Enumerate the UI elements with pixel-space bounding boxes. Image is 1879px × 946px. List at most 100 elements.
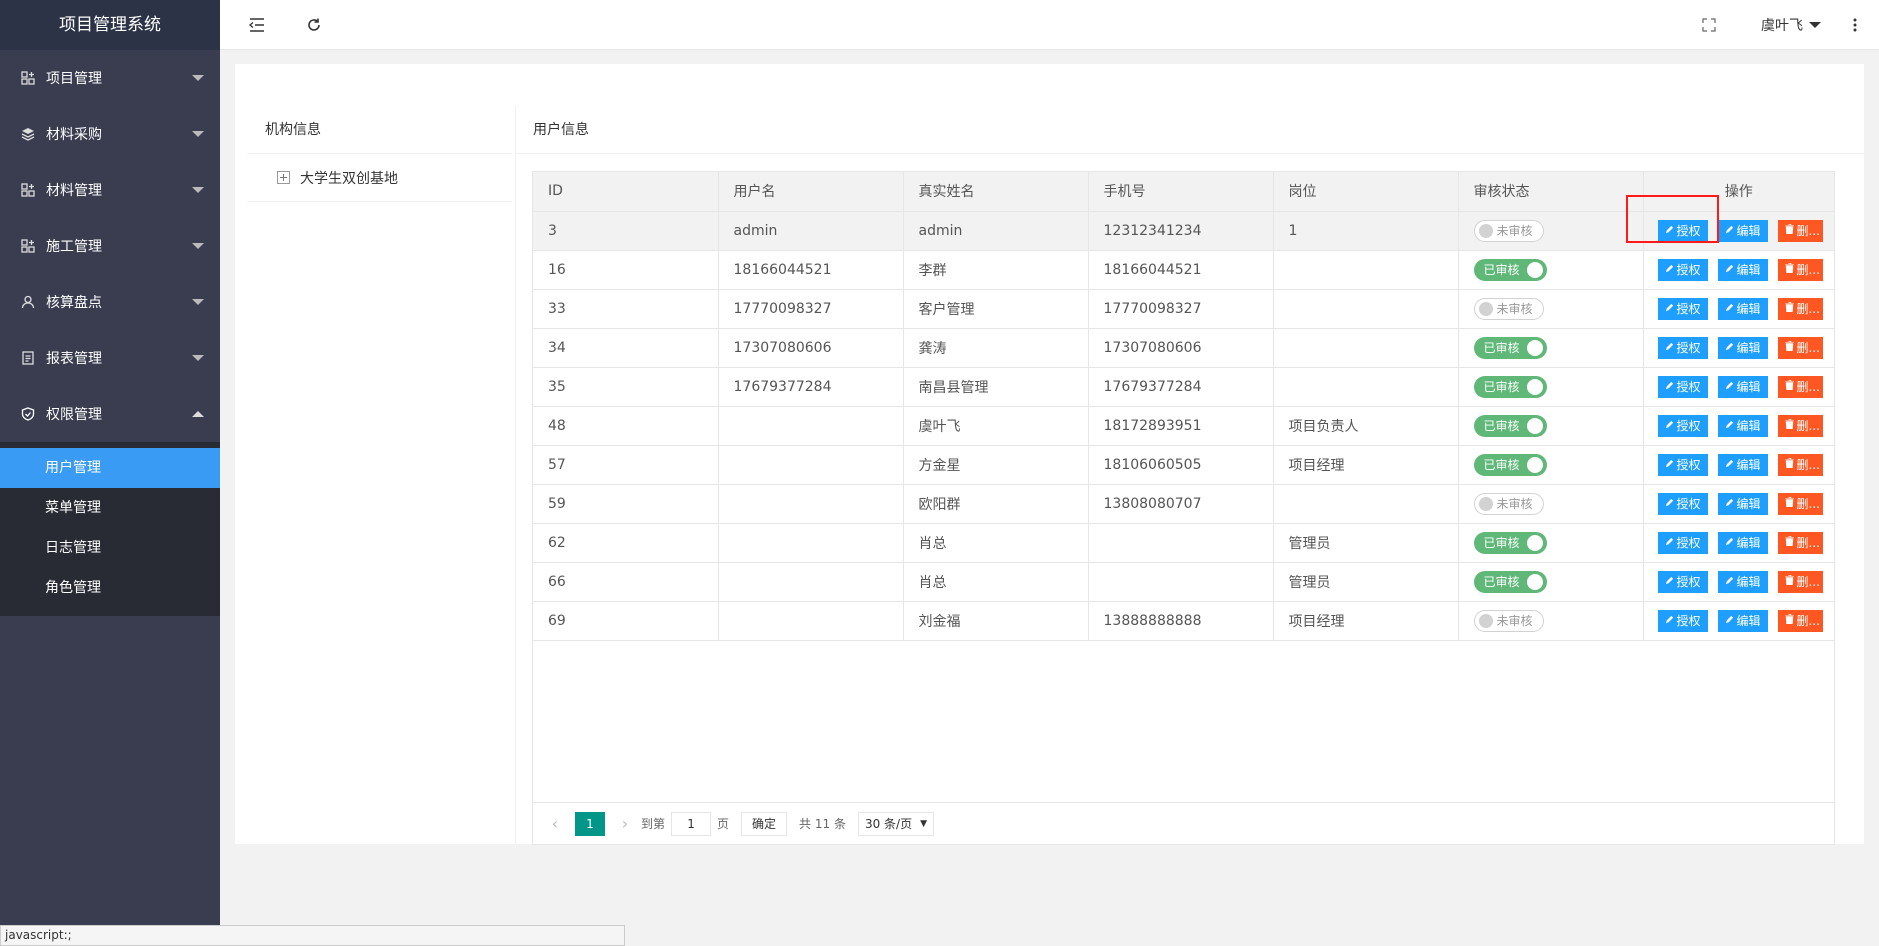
delete-button[interactable]: 删... — [1777, 609, 1823, 632]
authorize-button[interactable]: 授权 — [1657, 375, 1708, 398]
tree-node-root[interactable]: 大学生双创基地 — [247, 154, 512, 202]
status-toggle[interactable]: 已审核 — [1473, 570, 1547, 593]
delete-button[interactable]: 删... — [1777, 531, 1823, 554]
delete-button[interactable]: 删... — [1777, 297, 1823, 320]
edit-button[interactable]: 编辑 — [1717, 453, 1768, 476]
user-name: 虞叶飞 — [1761, 18, 1803, 34]
status-toggle[interactable]: 已审核 — [1473, 336, 1547, 359]
sidebar-item-label: 材料采购 — [46, 127, 102, 143]
page-size-select[interactable]: 30 条/页 ▼ — [857, 811, 935, 836]
column-header-post[interactable]: 岗位 — [1273, 172, 1459, 212]
status-label: 已审核 — [1483, 575, 1520, 589]
cell-actions: 授权 编辑 删... — [1643, 601, 1834, 641]
status-toggle[interactable]: 未审核 — [1473, 492, 1544, 515]
edit-button[interactable]: 编辑 — [1717, 609, 1768, 632]
table-row[interactable]: 66 肖总 管理员 已审核 授权 编辑 删... — [533, 562, 1834, 602]
table-row[interactable]: 59 欧阳群 13808080707 未审核 授权 编辑 删... — [533, 484, 1834, 524]
sidebar-item-permission[interactable]: 权限管理 — [0, 386, 220, 442]
status-toggle[interactable]: 已审核 — [1473, 258, 1547, 281]
current-page[interactable]: 1 — [575, 811, 605, 836]
prev-page-icon[interactable]: ‹ — [545, 814, 565, 833]
sidebar-item-project[interactable]: 项目管理 — [0, 50, 220, 106]
collapse-menu-icon[interactable] — [247, 15, 267, 35]
edit-button[interactable]: 编辑 — [1717, 375, 1768, 398]
edit-button[interactable]: 编辑 — [1717, 219, 1768, 242]
sidebar-item-purchase[interactable]: 材料采购 — [0, 106, 220, 162]
column-header-status[interactable]: 审核状态 — [1458, 172, 1644, 212]
pencil-icon — [1725, 380, 1734, 393]
table-row[interactable]: 33 17770098327 客户管理 17770098327 未审核 授权 编辑 删... — [533, 289, 1834, 329]
authorize-button[interactable]: 授权 — [1657, 414, 1708, 437]
edit-button[interactable]: 编辑 — [1717, 570, 1768, 593]
more-vertical-icon[interactable] — [1845, 15, 1865, 35]
authorize-button[interactable]: 授权 — [1657, 297, 1708, 320]
edit-button[interactable]: 编辑 — [1717, 531, 1768, 554]
edit-button[interactable]: 编辑 — [1717, 492, 1768, 515]
sidebar-item-accounting[interactable]: 核算盘点 — [0, 274, 220, 330]
fullscreen-icon[interactable] — [1699, 15, 1719, 35]
sidebar-subitem-user-management[interactable]: 用户管理 — [0, 448, 220, 488]
column-header-username[interactable]: 用户名 — [718, 172, 904, 212]
cell-phone: 13808080707 — [1088, 484, 1274, 524]
delete-button[interactable]: 删... — [1777, 375, 1823, 398]
sidebar-item-material[interactable]: 材料管理 — [0, 162, 220, 218]
column-header-realname[interactable]: 真实姓名 — [903, 172, 1089, 212]
expand-plus-icon[interactable] — [277, 171, 290, 184]
table-row[interactable]: 35 17679377284 南昌县管理 17679377284 已审核 授权 编辑 删... — [533, 367, 1834, 407]
status-toggle[interactable]: 未审核 — [1473, 609, 1544, 632]
status-toggle[interactable]: 已审核 — [1473, 375, 1547, 398]
confirm-button[interactable]: 确定 — [741, 811, 788, 836]
sidebar-item-report[interactable]: 报表管理 — [0, 330, 220, 386]
edit-button[interactable]: 编辑 — [1717, 258, 1768, 281]
sidebar-subitem-role-management[interactable]: 角色管理 — [0, 568, 220, 608]
edit-button[interactable]: 编辑 — [1717, 336, 1768, 359]
cell-username — [718, 523, 904, 563]
status-toggle[interactable]: 已审核 — [1473, 453, 1547, 476]
delete-button[interactable]: 删... — [1777, 219, 1823, 242]
next-page-icon[interactable]: › — [615, 814, 635, 833]
delete-button[interactable]: 删... — [1777, 258, 1823, 281]
pencil-icon — [1725, 224, 1734, 237]
column-header-phone[interactable]: 手机号 — [1088, 172, 1274, 212]
user-menu[interactable]: 虞叶飞 — [1761, 15, 1821, 35]
status-toggle[interactable]: 已审核 — [1473, 414, 1547, 437]
trash-icon — [1784, 574, 1794, 588]
authorize-button[interactable]: 授权 — [1657, 258, 1708, 281]
delete-button[interactable]: 删... — [1777, 492, 1823, 515]
table-row[interactable]: 57 方金星 18106060505 项目经理 已审核 授权 编辑 删... — [533, 445, 1834, 485]
edit-button[interactable]: 编辑 — [1717, 297, 1768, 320]
status-toggle[interactable]: 未审核 — [1473, 219, 1544, 242]
authorize-button[interactable]: 授权 — [1657, 492, 1708, 515]
authorize-button[interactable]: 授权 — [1657, 453, 1708, 476]
delete-button[interactable]: 删... — [1777, 570, 1823, 593]
authorize-button[interactable]: 授权 — [1657, 336, 1708, 359]
authorize-button[interactable]: 授权 — [1657, 531, 1708, 554]
column-header-id[interactable]: ID — [533, 172, 719, 212]
delete-button[interactable]: 删... — [1777, 414, 1823, 437]
sidebar-subitem-log-management[interactable]: 日志管理 — [0, 528, 220, 568]
status-toggle[interactable]: 已审核 — [1473, 531, 1547, 554]
table-row[interactable]: 62 肖总 管理员 已审核 授权 编辑 删... — [533, 523, 1834, 563]
cell-post: 管理员 — [1273, 562, 1459, 602]
authorize-button[interactable]: 授权 — [1657, 570, 1708, 593]
status-toggle[interactable]: 未审核 — [1473, 297, 1544, 320]
trash-icon — [1784, 496, 1794, 510]
trash-icon — [1784, 457, 1794, 471]
goto-page-input[interactable] — [671, 811, 712, 836]
edit-button[interactable]: 编辑 — [1717, 414, 1768, 437]
sidebar-subitem-menu-management[interactable]: 菜单管理 — [0, 488, 220, 528]
trash-icon — [1784, 301, 1794, 315]
delete-button[interactable]: 删... — [1777, 336, 1823, 359]
cell-id: 59 — [533, 484, 719, 524]
authorize-button[interactable]: 授权 — [1657, 609, 1708, 632]
table-row[interactable]: 16 18166044521 李群 18166044521 已审核 授权 编辑 删... — [533, 250, 1834, 290]
cell-post — [1273, 328, 1459, 368]
sidebar-item-construction[interactable]: 施工管理 — [0, 218, 220, 274]
table-row[interactable]: 69 刘金福 13888888888 项目经理 未审核 授权 编辑 删... — [533, 601, 1834, 641]
table-row[interactable]: 48 虞叶飞 18172893951 项目负责人 已审核 授权 编辑 删... — [533, 406, 1834, 446]
pencil-icon — [1665, 458, 1674, 471]
refresh-icon[interactable] — [304, 15, 324, 35]
table-row[interactable]: 34 17307080606 龚涛 17307080606 已审核 授权 编辑 删... — [533, 328, 1834, 368]
delete-button[interactable]: 删... — [1777, 453, 1823, 476]
delete-label: 删... — [1796, 614, 1820, 628]
